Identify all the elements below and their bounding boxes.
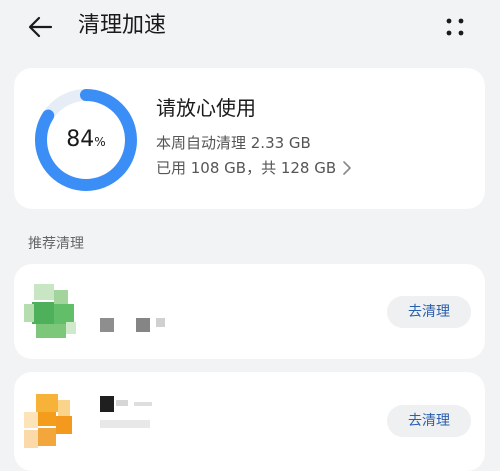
weekly-cleaned-text: 本周自动清理 2.33 GB — [156, 134, 311, 152]
more-options-button[interactable] — [440, 12, 470, 42]
arrow-left-icon — [28, 16, 53, 38]
recommendation-item[interactable]: 去清理 — [14, 264, 485, 359]
gauge-percent-value: 84 — [66, 127, 95, 152]
storage-card[interactable]: 84% 请放心使用 本周自动清理 2.33 GB 已用 108 GB，共 128… — [14, 68, 485, 209]
storage-usage-text: 已用 108 GB，共 128 GB — [156, 159, 337, 177]
back-button[interactable] — [22, 10, 58, 46]
orange-app-icon — [22, 392, 82, 452]
recommendation-item[interactable]: 去清理 — [14, 372, 485, 471]
gauge-percent-unit: % — [94, 135, 106, 149]
more-dots-icon — [446, 18, 464, 36]
page-title: 清理加速 — [78, 13, 167, 38]
storage-status-title: 请放心使用 — [156, 96, 256, 120]
chevron-right-icon — [343, 161, 351, 175]
app-header: 清理加速 — [0, 0, 500, 56]
storage-usage-link[interactable]: 已用 108 GB，共 128 GB — [156, 157, 352, 179]
gauge-percent: 84% — [34, 126, 138, 156]
green-app-icon — [22, 282, 82, 342]
clean-button[interactable]: 去清理 — [387, 405, 471, 437]
blurred-app-name — [100, 396, 152, 428]
clean-button[interactable]: 去清理 — [387, 296, 471, 328]
blurred-app-name — [100, 318, 165, 332]
section-title: 推荐清理 — [28, 236, 84, 252]
